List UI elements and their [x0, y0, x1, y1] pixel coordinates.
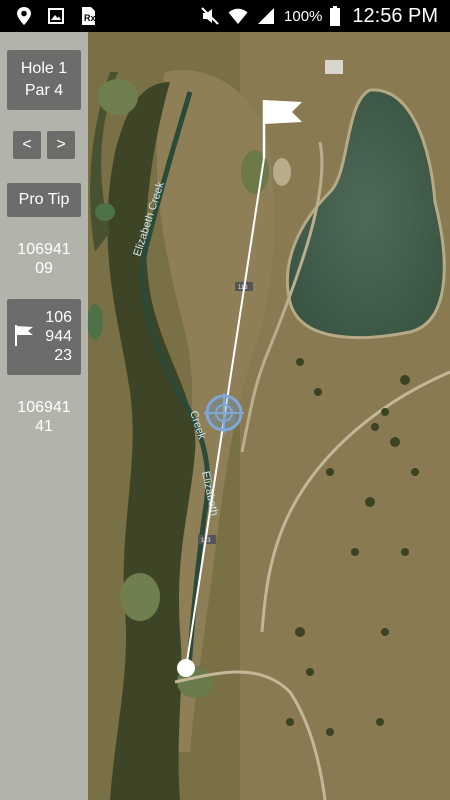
pro-tip-button[interactable]: Pro Tip — [7, 183, 81, 217]
mute-icon — [201, 7, 219, 25]
distance-value-line: 09 — [35, 260, 53, 277]
distance-value-line: 23 — [54, 347, 72, 364]
distance-to-flag: 106 944 23 — [32, 308, 72, 365]
distance-value-line: 106 — [45, 309, 72, 326]
notification-icons: Rx — [0, 6, 98, 26]
wifi-icon — [228, 8, 248, 24]
flag-icon — [15, 325, 33, 346]
signal-icon — [258, 8, 275, 24]
status-bar: Rx 100% 12:56 PM — [0, 0, 450, 32]
distance-value-line: 106941 — [17, 399, 71, 416]
distance-value-line: 41 — [35, 418, 53, 435]
hole-number: Hole 1 — [20, 60, 68, 77]
distance-value-line: 106941 — [17, 241, 71, 258]
side-panel: Hole 1 Par 4 < > Pro Tip 106941 09 106 9… — [0, 32, 88, 800]
distance-to-flag-box[interactable]: 106 944 23 — [7, 299, 81, 375]
rx-icon: Rx — [82, 7, 96, 25]
svg-text:Rx: Rx — [84, 13, 96, 23]
hole-info-box[interactable]: Hole 1 Par 4 — [7, 50, 81, 110]
battery-percent: 100% — [284, 7, 323, 25]
hole-par: Par 4 — [24, 82, 64, 99]
next-hole-button[interactable]: > — [47, 131, 75, 159]
location-icon — [17, 7, 31, 25]
system-status: 100% 12:56 PM — [200, 5, 450, 28]
image-icon — [48, 8, 64, 24]
distance-value-line: 944 — [45, 328, 72, 345]
battery-icon — [330, 6, 341, 26]
clock: 12:56 PM — [352, 4, 438, 27]
ball-position-marker[interactable] — [177, 659, 195, 677]
distance-readout-top: 106941 09 — [0, 240, 88, 278]
distance-readout-bottom: 106941 41 — [0, 398, 88, 436]
previous-hole-button[interactable]: < — [13, 131, 41, 159]
